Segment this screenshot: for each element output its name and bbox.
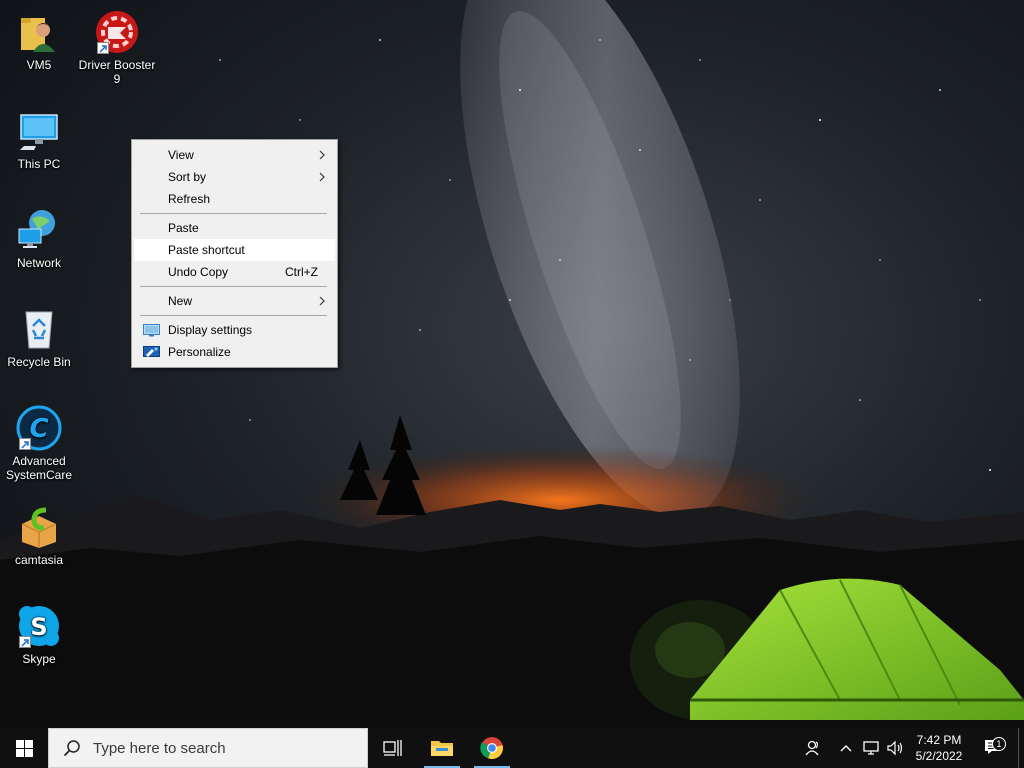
desktop-icon-label: VM5 [26,58,52,72]
menu-item-label: Paste shortcut [168,243,245,257]
show-hidden-icons-button[interactable] [838,728,854,768]
menu-item-label: Personalize [168,345,231,359]
menu-separator [140,315,327,316]
desktop-icon-driver-booster[interactable]: Driver Booster 9 [78,8,156,86]
desktop-icon-advanced-systemcare[interactable]: C Advanced SystemCare [0,404,78,482]
desktop-icon-label: Skype [22,652,56,666]
menu-item-personalize[interactable]: Personalize [134,341,335,363]
desktop-icon-camtasia[interactable]: camtasia [0,503,78,567]
menu-separator [140,213,327,214]
chrome-button[interactable] [472,728,512,768]
desktop-icon-label: Recycle Bin [7,355,71,369]
task-view-icon [383,740,402,756]
menu-item-paste[interactable]: Paste [134,217,335,239]
volume-icon [887,740,903,756]
people-button[interactable] [800,728,824,768]
menu-item-sort-by[interactable]: Sort by [134,166,335,188]
shortcut-arrow-icon [19,636,31,648]
network-icon [15,206,63,254]
desktop-context-menu: View Sort by Refresh Paste Paste shortcu… [131,139,338,368]
chevron-right-icon [319,296,325,306]
action-center-button[interactable]: 1 [980,728,1006,768]
menu-item-display-settings[interactable]: Display settings [134,319,335,341]
notification-count-badge: 1 [992,737,1006,751]
volume-button[interactable] [884,728,906,768]
desktop-icon-this-pc[interactable]: This PC [0,107,78,171]
menu-item-view[interactable]: View [134,144,335,166]
clock-date: 5/2/2022 [915,749,963,763]
desktop-icon-label: Advanced SystemCare [5,454,73,482]
display-settings-icon [143,324,160,337]
menu-item-label: Refresh [168,192,211,206]
chevron-right-icon [319,150,325,160]
this-pc-icon [15,107,63,155]
taskbar: 7:42 PM 5/2/2022 1 [0,728,1024,768]
desktop-icon-label: This PC [17,157,61,171]
network-icon [863,741,879,755]
task-view-button[interactable] [372,728,412,768]
windows-logo-icon [15,739,33,757]
menu-item-label: Undo Copy [168,265,229,279]
people-icon [805,740,819,756]
file-explorer-button[interactable] [422,728,462,768]
svg-text:S: S [30,613,47,641]
menu-separator [140,286,327,287]
folder-user-icon [15,8,63,56]
menu-item-label: Display settings [168,323,253,337]
taskbar-search-box[interactable] [48,728,368,768]
driver-booster-icon [93,8,141,56]
search-input[interactable] [93,739,343,757]
camtasia-icon [15,503,63,551]
desktop-icon-label: camtasia [14,553,64,567]
menu-item-label: Paste [168,221,199,235]
desktop-icon-vm5[interactable]: VM5 [0,8,78,72]
chevron-up-icon [840,745,852,752]
taskbar-clock[interactable]: 7:42 PM 5/2/2022 [908,728,970,768]
recycle-bin-icon [15,305,63,353]
advanced-systemcare-icon: C [15,404,63,452]
desktop-icon-label: Driver Booster 9 [78,58,156,86]
menu-item-undo-copy[interactable]: Undo Copy Ctrl+Z [134,261,335,283]
menu-item-label: Sort by [168,170,207,184]
search-icon [63,740,80,757]
desktop-icon-skype[interactable]: S Skype [0,602,78,666]
desktop-icon-network[interactable]: Network [0,206,78,270]
menu-item-paste-shortcut[interactable]: Paste shortcut [134,239,335,261]
chevron-right-icon [319,172,325,182]
start-button[interactable] [0,728,48,768]
menu-item-refresh[interactable]: Refresh [134,188,335,210]
desktop-icon-label: Network [16,256,61,270]
menu-item-new[interactable]: New [134,290,335,312]
shortcut-arrow-icon [19,438,31,450]
chrome-icon [480,737,503,760]
file-explorer-icon [431,741,453,756]
show-desktop-button[interactable] [1018,728,1024,768]
skype-icon: S [15,602,63,650]
menu-item-label: New [168,294,193,308]
personalize-icon [143,346,160,357]
menu-item-label: View [168,148,194,162]
shortcut-arrow-icon [97,42,109,54]
svg-text:C: C [29,414,48,444]
network-status-button[interactable] [860,728,882,768]
menu-item-shortcut: Ctrl+Z [285,265,318,279]
desktop-icon-recycle-bin[interactable]: Recycle Bin [0,305,78,369]
clock-time: 7:42 PM [916,733,962,747]
